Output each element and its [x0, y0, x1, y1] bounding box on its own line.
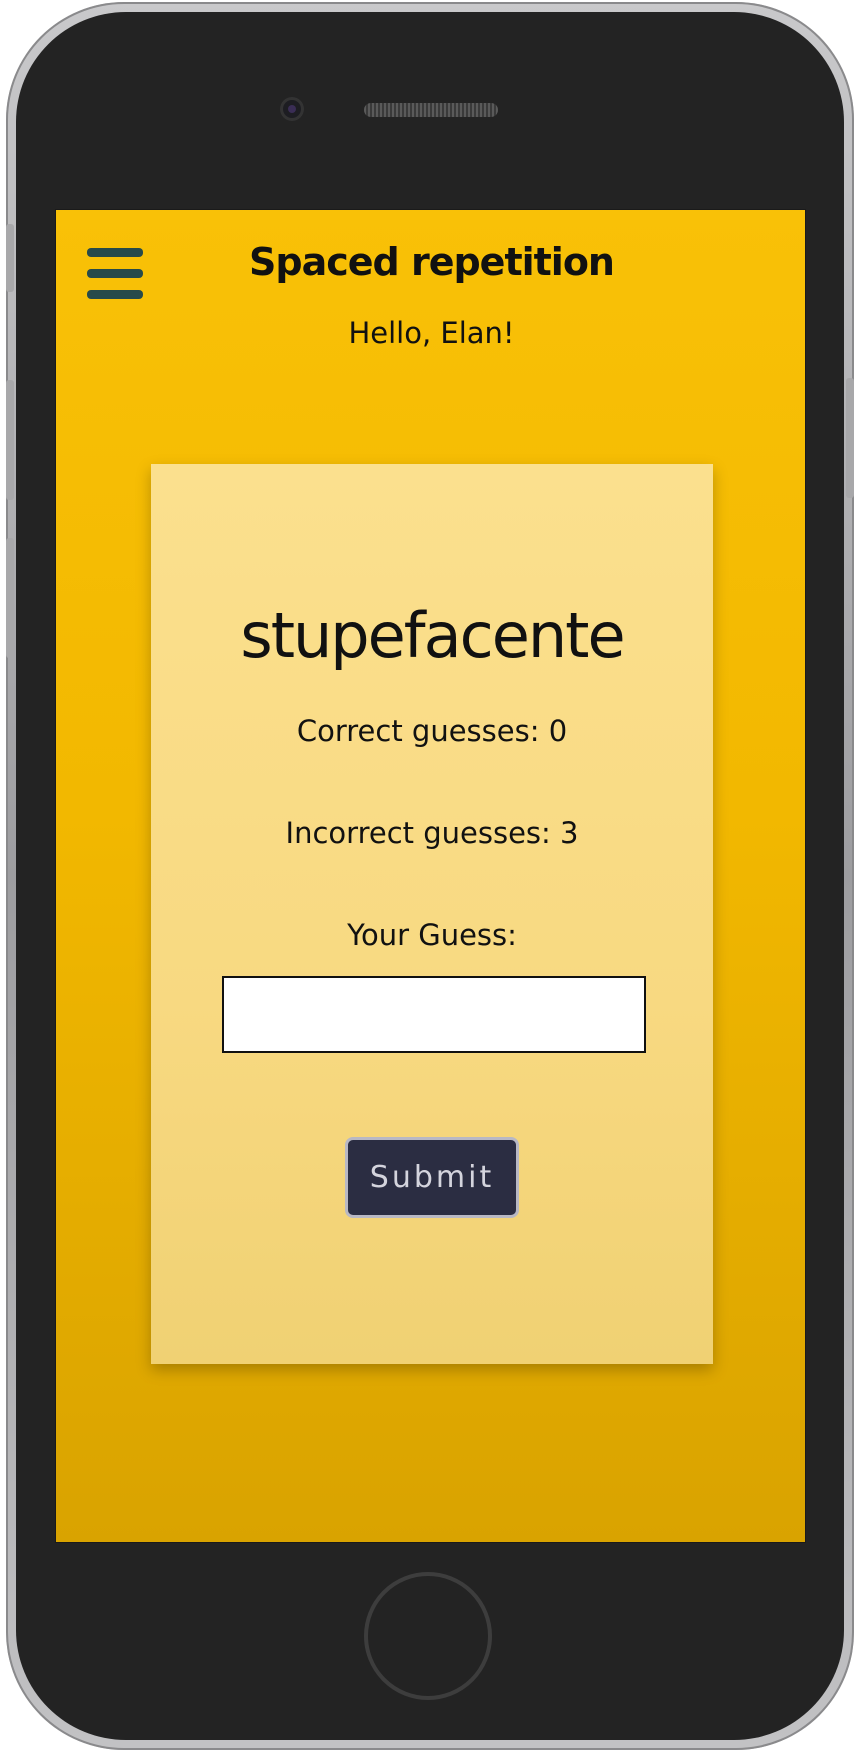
guess-label: Your Guess:: [347, 918, 517, 952]
app-screen: Spaced repetition Hello, Elan! stupeface…: [55, 209, 806, 1543]
app-title: Spaced repetition: [249, 240, 615, 284]
flashcard-word: stupefacente: [240, 599, 625, 672]
volume-down-button: [6, 538, 14, 658]
flashcard: stupefacente Correct guesses: 0 Incorrec…: [151, 464, 713, 1364]
incorrect-guesses-count: Incorrect guesses: 3: [285, 816, 579, 850]
submit-button[interactable]: Submit: [345, 1137, 519, 1218]
power-button: [846, 378, 854, 498]
volume-up-button: [6, 380, 14, 500]
correct-guesses-count: Correct guesses: 0: [296, 714, 568, 748]
front-camera: [280, 97, 304, 121]
guess-input[interactable]: [222, 976, 646, 1053]
mute-switch: [6, 224, 14, 292]
home-button[interactable]: [364, 1572, 492, 1700]
menu-bar: [87, 290, 143, 299]
earpiece-speaker: [364, 103, 498, 117]
greeting-text: Hello, Elan!: [348, 316, 515, 350]
